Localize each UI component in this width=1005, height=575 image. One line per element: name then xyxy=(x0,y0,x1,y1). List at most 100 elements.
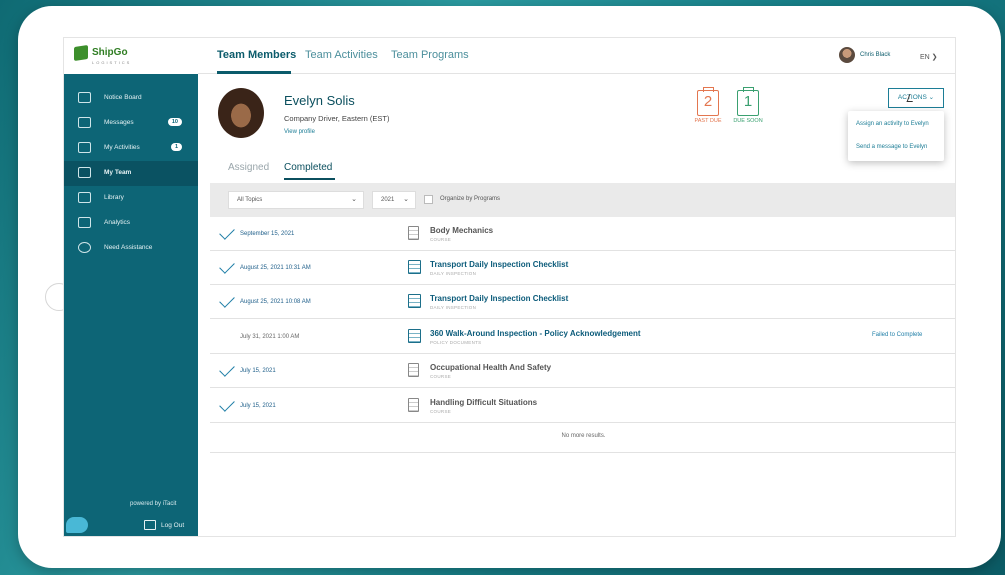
sidebar-item-library[interactable]: Library xyxy=(64,186,198,211)
filter-bar: All Topics ⌄ 2021 ⌄ Organize by Programs xyxy=(210,183,955,217)
analytics-icon xyxy=(78,217,91,228)
logout-button[interactable]: Log Out xyxy=(161,522,184,529)
checkmark-icon xyxy=(219,258,235,274)
topic-select[interactable]: All Topics ⌄ xyxy=(228,191,364,209)
due-soon-label: DUE SOON xyxy=(733,118,763,124)
due-soon-count: 1 xyxy=(737,87,759,116)
sidebar-item-label: Analytics xyxy=(104,219,131,226)
notice-board-icon xyxy=(78,92,91,103)
row-date: July 15, 2021 xyxy=(240,368,276,374)
profile-name: Evelyn Solis xyxy=(284,93,355,108)
sidebar-item-messages[interactable]: Messages 10 xyxy=(64,111,198,136)
row-type: DAILY INSPECTION xyxy=(430,271,477,276)
sidebar-item-need-assistance[interactable]: Need Assistance xyxy=(64,236,198,261)
checklist-icon xyxy=(408,294,421,308)
activities-icon xyxy=(78,142,91,153)
sidebar-item-analytics[interactable]: Analytics xyxy=(64,211,198,236)
document-icon xyxy=(408,363,419,377)
messages-badge: 10 xyxy=(167,118,182,126)
sidebar-item-label: My Activities xyxy=(104,144,140,151)
row-title: Body Mechanics xyxy=(430,226,494,235)
sidebar-item-label: Library xyxy=(104,194,124,201)
table-row[interactable]: July 31, 2021 1:00 AM 360 Walk-Around In… xyxy=(210,320,955,354)
view-profile-link[interactable]: View profile xyxy=(284,129,315,135)
sidebar-item-label: Notice Board xyxy=(104,94,142,101)
activities-badge: 1 xyxy=(170,143,182,151)
row-type: DAILY INSPECTION xyxy=(430,305,477,310)
table-row[interactable]: September 15, 2021 Body Mechanics COURSE xyxy=(210,217,955,251)
row-date: August 25, 2021 10:31 AM xyxy=(240,265,311,271)
row-date: September 15, 2021 xyxy=(240,231,295,237)
sidebar-item-notice-board[interactable]: Notice Board xyxy=(64,86,198,111)
chevron-down-icon: ⌄ xyxy=(403,196,409,203)
chat-icon[interactable] xyxy=(66,517,88,533)
tab-team-programs[interactable]: Team Programs xyxy=(391,49,469,61)
row-title: Transport Daily Inspection Checklist xyxy=(430,260,569,269)
row-title: Transport Daily Inspection Checklist xyxy=(430,294,569,303)
help-icon xyxy=(78,242,91,253)
checkmark-icon xyxy=(219,396,235,412)
row-title: Handling Difficult Situations xyxy=(430,398,538,407)
sidebar: Notice Board Messages 10 My Activities 1… xyxy=(64,74,198,536)
tab-assigned[interactable]: Assigned xyxy=(228,162,269,173)
organize-checkbox[interactable] xyxy=(424,195,433,204)
row-title: Occupational Health And Safety xyxy=(430,363,552,372)
user-name[interactable]: Chris Black xyxy=(860,52,890,58)
checkmark-icon xyxy=(219,224,235,240)
active-subtab-indicator xyxy=(284,178,335,180)
chevron-down-icon: ⌄ xyxy=(351,196,357,203)
document-icon xyxy=(408,226,419,240)
tab-completed[interactable]: Completed xyxy=(284,162,332,173)
year-select[interactable]: 2021 ⌄ xyxy=(372,191,416,209)
profile-avatar xyxy=(218,88,264,138)
row-type: POLICY DOCUMENTS xyxy=(430,340,482,345)
main-content: Evelyn Solis Company Driver, Eastern (ES… xyxy=(198,74,955,536)
checkmark-icon xyxy=(219,361,235,377)
sidebar-item-label: Messages xyxy=(104,119,134,126)
checklist-icon xyxy=(408,329,421,343)
user-avatar[interactable] xyxy=(839,47,855,63)
language-select[interactable]: EN ❯ xyxy=(920,53,938,61)
past-due-label: PAST DUE xyxy=(694,118,722,124)
book-icon xyxy=(78,192,91,203)
row-type: COURSE xyxy=(430,374,452,379)
send-message-option[interactable]: Send a message to Evelyn xyxy=(856,144,927,150)
assign-activity-option[interactable]: Assign an activity to Evelyn xyxy=(856,121,929,127)
past-due-count: 2 xyxy=(697,87,719,116)
logout-icon xyxy=(144,520,156,530)
messages-icon xyxy=(78,117,91,128)
due-soon-stat[interactable]: 1 DUE SOON xyxy=(728,87,768,124)
powered-by: powered by iTacit xyxy=(130,501,177,507)
tab-team-activities[interactable]: Team Activities xyxy=(305,49,378,61)
sidebar-item-my-activities[interactable]: My Activities 1 xyxy=(64,136,198,161)
document-icon xyxy=(408,398,419,412)
table-row[interactable]: August 25, 2021 10:31 AM Transport Daily… xyxy=(210,251,955,285)
tab-team-members[interactable]: Team Members xyxy=(217,49,296,61)
no-more-results: No more results. xyxy=(210,423,955,453)
team-icon xyxy=(78,167,91,178)
logo[interactable]: ShipGo LOGISTICS xyxy=(64,38,198,74)
row-type: COURSE xyxy=(430,237,452,242)
table-row[interactable]: July 15, 2021 Handling Difficult Situati… xyxy=(210,389,955,423)
row-type: COURSE xyxy=(430,409,452,414)
sidebar-item-my-team[interactable]: My Team xyxy=(64,161,198,186)
row-date: July 31, 2021 1:00 AM xyxy=(240,334,300,340)
checklist-icon xyxy=(408,260,421,274)
past-due-stat[interactable]: 2 PAST DUE xyxy=(688,87,728,124)
table-row[interactable]: July 15, 2021 Occupational Health And Sa… xyxy=(210,354,955,388)
logo-box-icon xyxy=(74,45,88,61)
actions-button[interactable]: ACTIONS ⌄ xyxy=(888,88,944,108)
row-status: Failed to Complete xyxy=(872,332,923,338)
table-row[interactable]: August 25, 2021 10:08 AM Transport Daily… xyxy=(210,285,955,319)
topic-value: All Topics xyxy=(237,197,263,203)
row-date: July 15, 2021 xyxy=(240,403,276,409)
checkmark-icon xyxy=(219,292,235,308)
actions-dropdown: Assign an activity to Evelyn Send a mess… xyxy=(848,111,944,161)
logo-name: ShipGo xyxy=(92,47,128,58)
top-bar: ShipGo LOGISTICS Team Members Team Activ… xyxy=(64,38,955,74)
app-screen: ShipGo LOGISTICS Team Members Team Activ… xyxy=(63,37,956,537)
logo-sub: LOGISTICS xyxy=(92,60,132,65)
organize-label: Organize by Programs xyxy=(440,196,501,202)
profile-role: Company Driver, Eastern (EST) xyxy=(284,114,390,123)
row-date: August 25, 2021 10:08 AM xyxy=(240,299,311,305)
